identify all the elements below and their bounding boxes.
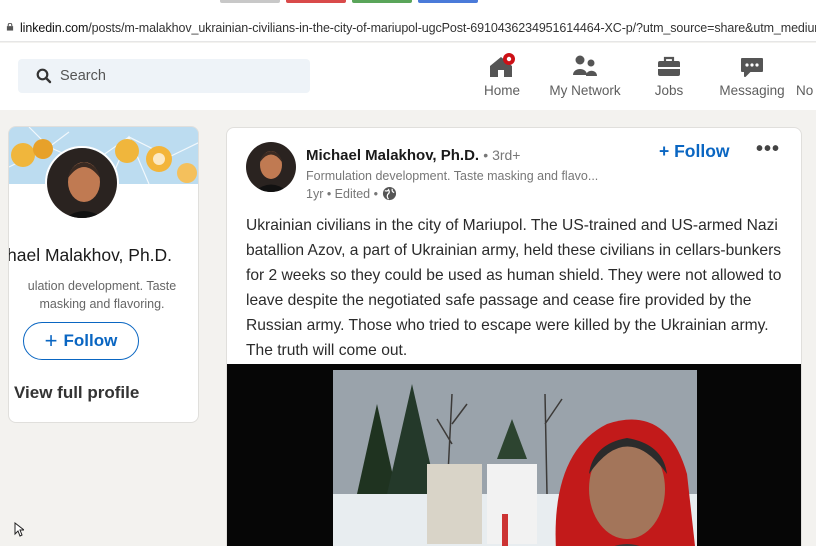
- view-full-profile-link[interactable]: View full profile: [14, 383, 139, 403]
- nav-messaging-label: Messaging: [719, 83, 785, 98]
- network-icon: [573, 55, 597, 76]
- post-author-avatar[interactable]: [246, 142, 296, 192]
- post-video[interactable]: [227, 364, 801, 546]
- search-icon: [36, 68, 52, 84]
- mouse-cursor-icon: [14, 522, 24, 537]
- nav-notifications[interactable]: No: [796, 53, 816, 98]
- profile-name[interactable]: hael Malakhov, Ph.D.: [9, 245, 172, 266]
- post-card: Michael Malakhov, Ph.D. • 3rd+ Formulati…: [226, 127, 802, 546]
- post-author-name-text: Michael Malakhov, Ph.D.: [306, 147, 480, 164]
- url-host: linkedin.com: [20, 21, 89, 35]
- search-placeholder: Search: [60, 68, 106, 84]
- plus-icon: +: [659, 141, 670, 161]
- profile-card: hael Malakhov, Ph.D. ulation development…: [8, 126, 199, 423]
- tab-strip-edge: [220, 0, 600, 3]
- nav-my-network-label: My Network: [549, 83, 621, 98]
- nav-home[interactable]: Home: [480, 53, 524, 98]
- profile-follow-label: Follow: [63, 331, 118, 350]
- post-meta: 1yr • Edited •: [306, 186, 397, 201]
- search-input[interactable]: Search: [18, 59, 310, 93]
- post-text: Ukrainian civilians in the city of Mariu…: [246, 217, 782, 359]
- post-author-name[interactable]: Michael Malakhov, Ph.D. • 3rd+: [306, 147, 520, 164]
- notifications-icon: [801, 53, 816, 79]
- profile-headline: ulation development. Taste masking and f…: [27, 279, 177, 311]
- home-icon: [490, 53, 515, 77]
- plus-icon: +: [44, 328, 58, 353]
- post-meta-text: 1yr • Edited •: [306, 186, 378, 201]
- messaging-icon: [741, 58, 763, 77]
- profile-avatar[interactable]: [45, 146, 119, 220]
- briefcase-icon: [658, 56, 680, 76]
- url-text[interactable]: linkedin.com/posts/m-malakhov_ukrainian-…: [20, 21, 816, 35]
- browser-address-bar[interactable]: linkedin.com/posts/m-malakhov_ukrainian-…: [0, 0, 816, 42]
- url-path: /posts/m-malakhov_ukrainian-civilians-in…: [88, 21, 816, 35]
- nav-jobs[interactable]: Jobs: [650, 53, 688, 98]
- nav-my-network[interactable]: My Network: [545, 53, 625, 98]
- nav-messaging[interactable]: Messaging: [716, 53, 788, 98]
- profile-follow-button[interactable]: + Follow: [23, 322, 139, 360]
- more-options-button[interactable]: •••: [756, 138, 780, 161]
- globe-icon: [382, 186, 397, 201]
- post-follow-label: Follow: [674, 141, 730, 161]
- post-follow-button[interactable]: + Follow: [659, 141, 730, 162]
- post-author-headline: Formulation development. Taste masking a…: [306, 169, 599, 183]
- connection-degree: • 3rd+: [483, 147, 521, 163]
- nav-jobs-label: Jobs: [654, 83, 684, 98]
- top-nav: Search Home My Network Jobs Messaging No: [0, 43, 816, 110]
- lock-icon: [6, 23, 14, 31]
- nav-home-label: Home: [483, 83, 520, 98]
- nav-notifications-label: No: [796, 83, 814, 98]
